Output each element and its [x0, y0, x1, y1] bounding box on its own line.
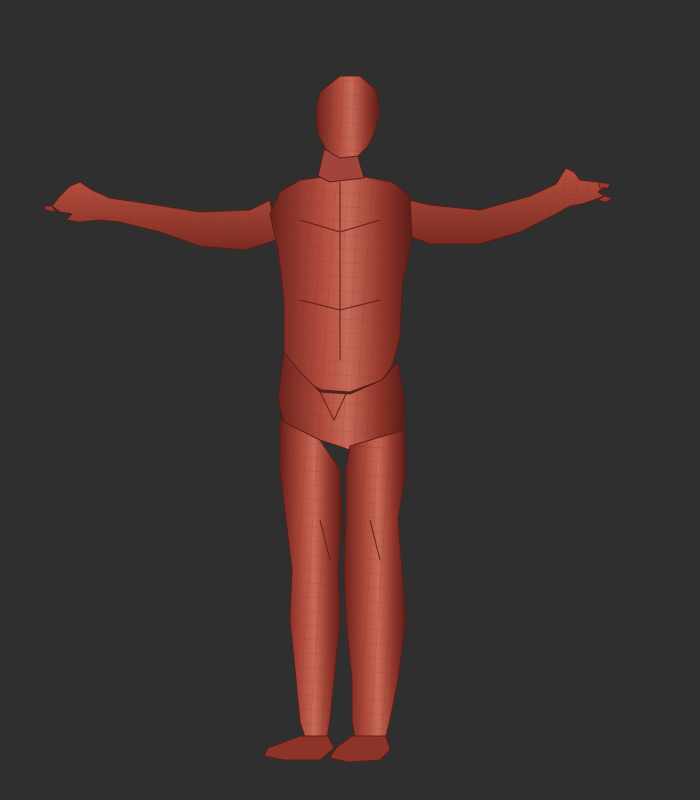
male-base-mesh-icon[interactable] — [0, 0, 700, 800]
mesh-body — [43, 75, 613, 763]
3d-viewport[interactable] — [0, 0, 700, 800]
